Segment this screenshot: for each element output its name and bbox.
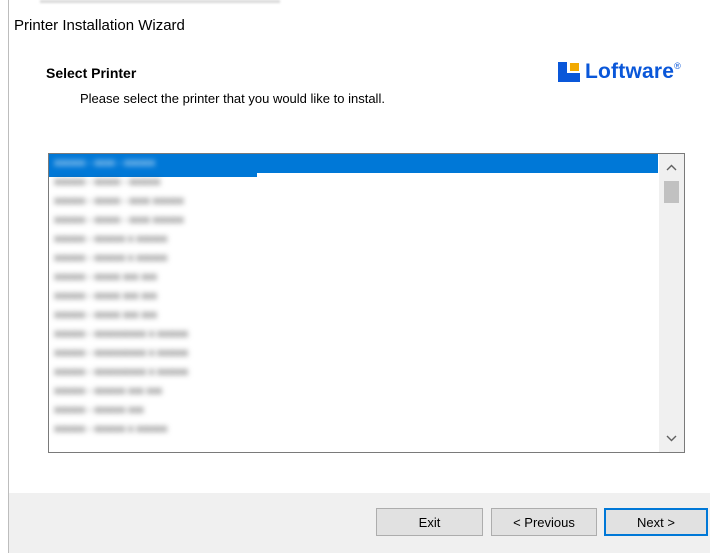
scrollbar-thumb[interactable] (664, 181, 679, 203)
loftware-logo-mark-icon (558, 62, 580, 82)
window-left-border (8, 0, 9, 553)
printer-name: xxxxxx - xxxxxx x xxxxxx (54, 423, 168, 435)
printer-name: xxxxxx - xxxxxx xxx xxx (54, 385, 162, 397)
printer-name: xxxxxx - xxxxxx x xxxxxx (54, 252, 168, 264)
printer-list-item[interactable]: xxxxxx - xxxxx xxx xxx (49, 306, 658, 325)
printer-name: xxxxxx - xxxxx xxx xxx (54, 309, 157, 321)
printer-list-item[interactable]: xxxxxx - xxxxx xxx xxx (49, 268, 658, 287)
scroll-down-button[interactable] (659, 428, 684, 449)
printer-list[interactable]: xxxxxx - xxxx - xxxxxx xxxxxx - xxxxx - x… (49, 154, 658, 452)
printer-list-item[interactable]: xxxxxx - xxxx - xxxxxx (49, 154, 658, 177)
printer-listbox[interactable]: xxxxxx - xxxx - xxxxxx xxxxxx - xxxxx - x… (48, 153, 685, 453)
printer-list-item[interactable]: xxxxxx - xxxxxxxxxx x xxxxxx (49, 363, 658, 382)
printer-list-item[interactable]: xxxxxx - xxxxxxxxxx x xxxxxx (49, 344, 658, 363)
loftware-logo: Loftware ® (558, 59, 681, 85)
instruction-text: Please select the printer that you would… (80, 91, 385, 106)
printer-name: xxxxxx - xxxxxx xxx (54, 404, 144, 416)
printer-list-item[interactable]: xxxxxx - xxxxxx x xxxxxx (49, 230, 658, 249)
printer-name: xxxxxx - xxxxx xxx xxx (54, 290, 157, 302)
printer-list-item[interactable]: xxxxxx - xxxxxxxxxx x xxxxxx (49, 325, 658, 344)
previous-button[interactable]: < Previous (491, 508, 597, 536)
printer-list-item[interactable]: xxxxxx - xxxxxx x xxxxxx (49, 249, 658, 268)
printer-list-item[interactable]: xxxxxx - xxxxx xxx xxx (49, 287, 658, 306)
printer-list-item[interactable]: xxxxxx - xxxxx - xxxx xxxxxx (49, 211, 658, 230)
window-top-edge (0, 0, 710, 5)
vertical-scrollbar[interactable] (659, 154, 684, 452)
printer-list-item[interactable]: xxxxxx - xxxxxx xxx xxx (49, 382, 658, 401)
blurred-top-bar (40, 0, 280, 3)
printer-name: xxxxxx - xxxxx - xxxxxx (54, 176, 161, 188)
printer-list-item[interactable]: xxxxxx - xxxxx - xxxxxx (49, 173, 658, 192)
printer-name: xxxxxx - xxxxxxxxxx x xxxxxx (54, 347, 188, 359)
printer-name: xxxxxx - xxxxxx x xxxxxx (54, 233, 168, 245)
printer-list-item[interactable]: xxxxxx - xxxxxx xxx (49, 401, 658, 420)
printer-name: xxxxxx - xxxxx - xxxx xxxxxx (54, 195, 184, 207)
scroll-up-button[interactable] (659, 157, 684, 178)
printer-list-item[interactable]: xxxxxx - xxxxxx x xxxxxx (49, 420, 658, 439)
chevron-up-icon (666, 164, 677, 171)
next-button[interactable]: Next > (604, 508, 708, 536)
logo-trademark: ® (674, 61, 681, 71)
printer-name: xxxxxx - xxxxxxxxxx x xxxxxx (54, 328, 188, 340)
printer-name: xxxxxx - xxxxx xxx xxx (54, 271, 157, 283)
exit-button[interactable]: Exit (376, 508, 483, 536)
logo-wordmark: Loftware (585, 60, 675, 83)
section-title: Select Printer (46, 65, 137, 81)
chevron-down-icon (666, 435, 677, 442)
printer-name: xxxxxx - xxxxxxxxxx x xxxxxx (54, 366, 188, 378)
window-title: Printer Installation Wizard (14, 17, 185, 34)
printer-name: xxxxxx - xxxx - xxxxxx (54, 157, 155, 169)
printer-name: xxxxxx - xxxxx - xxxx xxxxxx (54, 214, 184, 226)
printer-list-item[interactable]: xxxxxx - xxxxx - xxxx xxxxxx (49, 192, 658, 211)
